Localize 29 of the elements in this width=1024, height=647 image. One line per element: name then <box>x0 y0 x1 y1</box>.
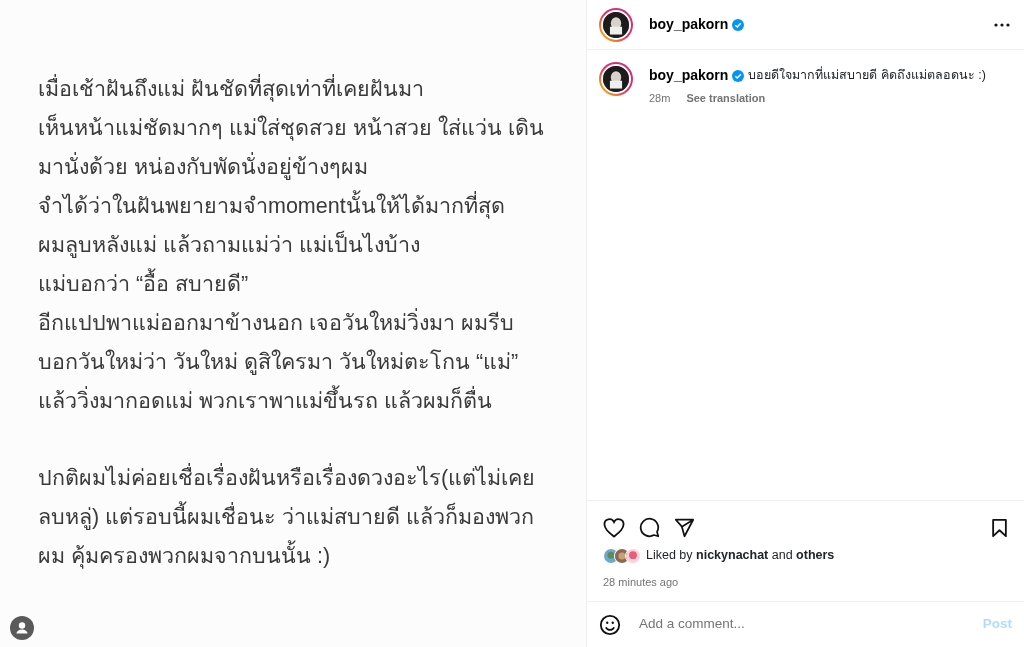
username[interactable]: boy_pakorn <box>649 65 729 86</box>
avatar[interactable] <box>599 7 633 42</box>
post-text-line: ผมลูบหลังแม่ แล้วถามแม่ว่า แม่เป็นไงบ้าง <box>38 226 420 265</box>
more-icon[interactable] <box>994 22 1010 27</box>
comment-icon[interactable] <box>639 517 660 539</box>
comment-field[interactable]: Add a comment... <box>637 613 967 636</box>
post-text-line: เมื่อเช้าฝันถึงแม่ ฝันชัดที่สุดเท่าที่เคยฝันมา <box>38 70 424 109</box>
post-text-line: แม่บอกว่า “อื้อ สบายดี” <box>38 265 249 304</box>
heart-icon[interactable] <box>603 517 625 538</box>
avatar[interactable] <box>599 62 633 96</box>
emoji-icon[interactable] <box>599 613 621 636</box>
see-translation-link[interactable]: See translation <box>686 90 766 107</box>
post-time: 28 minutes ago <box>603 576 679 588</box>
post-text-line: แล้ววิ่งมากอดแม่ พวกเราพาแม่ขึ้นรถ แล้วผมก็ตื่น <box>38 382 492 421</box>
post-text-line: บอกวันใหม่ว่า วันใหม่ ดูสิใครมา วันใหม่ตะโกน “แม่” <box>38 348 519 377</box>
post-text-line: มานั่งด้วย หน่องกับพัดนั่งอยู่ข้างๆผม <box>38 148 368 187</box>
post-text-line: ผม คุ้มครองพวกผมจากบนนั้น :) <box>38 537 331 576</box>
send-icon[interactable] <box>674 517 695 538</box>
username[interactable]: boy_pakorn <box>649 14 729 35</box>
post-text-line: ปกติผมไม่ค่อยเชื่อเรื่องฝันหรือเรื่องดวงอะไร(แต่ไม่เคย <box>38 459 536 498</box>
post-text-line: จำได้ว่าในฝันพยายามจำmomentนั้นให้ได้มากที่สุด <box>38 187 505 226</box>
post-text-line: เห็นหน้าแม่ชัดมากๆ แม่ใส่ชุดสวย หน้าสวย ใส่แว่น เดิน <box>38 109 544 148</box>
bookmark-icon[interactable] <box>991 517 1008 538</box>
caption-time: 28m <box>649 91 671 106</box>
caption-text: บอยดีใจมากที่แม่สบายดี คิดถึงแม่ตลอดนะ :) <box>748 66 986 85</box>
post-text-line: อีกแปปพาแม่ออกมาข้างนอก เจอวันใหม่วิ่งมา ผมรีบ <box>38 304 514 343</box>
likes-text: Liked by nickynachat and others <box>646 547 835 565</box>
post-text-line: ลบหลู่) แต่รอบนี้ผมเชื่อนะ ว่าแม่สบายดี แล้วก็มองพวก <box>38 498 535 537</box>
user-icon[interactable] <box>10 616 34 640</box>
